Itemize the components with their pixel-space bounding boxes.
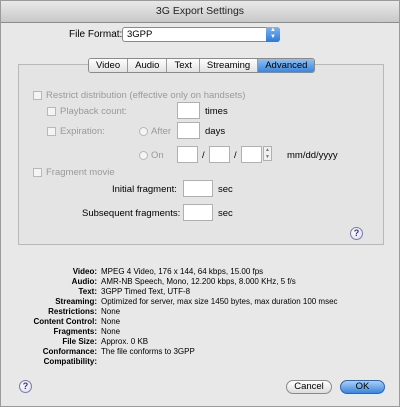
date-slash-1: /	[202, 150, 205, 161]
restrict-distribution-label: Restrict distribution (effective only on…	[46, 90, 246, 101]
summary-value: None	[101, 317, 121, 326]
year-input[interactable]	[241, 146, 262, 163]
file-format-label: File Format:	[69, 29, 123, 40]
summary-key: Video:	[72, 267, 97, 276]
summary-key: Conformance:	[42, 347, 97, 356]
expiration-days-input[interactable]	[177, 122, 200, 139]
ok-button[interactable]: OK	[340, 380, 385, 394]
initial-fragment-label: Initial fragment:	[112, 184, 177, 195]
tab-advanced[interactable]: Advanced	[258, 59, 315, 72]
on-radio[interactable]	[139, 151, 148, 160]
tab-text[interactable]: Text	[167, 59, 200, 72]
tab-video[interactable]: Video	[89, 59, 129, 72]
summary-key: Compatibility:	[43, 357, 97, 366]
window-title: 3G Export Settings	[1, 1, 399, 23]
date-stepper[interactable]: ▲ ▼	[263, 146, 272, 161]
panel-help-icon[interactable]: ?	[350, 227, 363, 240]
days-label: days	[205, 126, 226, 137]
after-radio[interactable]	[139, 127, 148, 136]
summary-value: MPEG 4 Video, 176 x 144, 64 kbps, 15.00 …	[101, 267, 264, 276]
times-label: times	[205, 106, 228, 117]
month-input[interactable]	[177, 146, 198, 163]
subsequent-fragments-label: Subsequent fragments:	[82, 208, 181, 219]
updown-arrows-icon: ▲ ▼	[266, 27, 280, 42]
after-label: After	[151, 126, 172, 137]
summary-key: File Size:	[62, 337, 97, 346]
expiration-label: Expiration:	[60, 126, 105, 137]
date-format-label: mm/dd/yyyy	[287, 150, 338, 161]
dialog-help-icon[interactable]: ?	[19, 380, 32, 393]
playback-count-label: Playback count:	[60, 106, 128, 117]
fragment-movie-checkbox[interactable]	[33, 168, 42, 177]
summary-key: Restrictions:	[48, 307, 97, 316]
summary-key: Content Control:	[33, 317, 97, 326]
advanced-panel: Restrict distribution (effective only on…	[18, 64, 384, 245]
playback-count-checkbox[interactable]	[47, 107, 56, 116]
summary-value: Optimized for server, max size 1450 byte…	[101, 297, 338, 306]
day-input[interactable]	[209, 146, 230, 163]
settings-tabs: Video Audio Text Streaming Advanced	[88, 58, 316, 73]
summary-value: None	[101, 327, 121, 336]
subsequent-fragments-sec: sec	[218, 208, 233, 219]
tab-audio[interactable]: Audio	[128, 59, 168, 72]
tab-streaming[interactable]: Streaming	[199, 59, 259, 72]
summary-key: Fragments:	[53, 327, 97, 336]
subsequent-fragments-input[interactable]	[183, 204, 213, 221]
summary-value: 3GPP Timed Text, UTF-8	[101, 287, 191, 296]
summary-value: None	[101, 307, 121, 316]
summary-key: Streaming:	[55, 297, 97, 306]
restrict-distribution-checkbox[interactable]	[33, 91, 42, 100]
fragment-movie-label: Fragment movie	[46, 167, 115, 178]
summary-value: Approx. 0 KB	[101, 337, 149, 346]
summary-value: The file conforms to 3GPP	[101, 347, 195, 356]
summary-key: Audio:	[71, 277, 97, 286]
summary-key: Text:	[78, 287, 97, 296]
cancel-button[interactable]: Cancel	[286, 380, 332, 394]
export-settings-window: 3G Export Settings File Format: 3GPP ▲ ▼ …	[0, 0, 400, 407]
date-slash-2: /	[234, 150, 237, 161]
file-format-value: 3GPP	[127, 29, 153, 40]
expiration-checkbox[interactable]	[47, 127, 56, 136]
file-format-select[interactable]: 3GPP ▲ ▼	[122, 27, 280, 42]
playback-count-input[interactable]	[177, 102, 200, 119]
initial-fragment-sec: sec	[218, 184, 233, 195]
initial-fragment-input[interactable]	[183, 180, 213, 197]
summary-value: AMR-NB Speech, Mono, 12.200 kbps, 8.000 …	[101, 277, 296, 286]
on-label: On	[151, 150, 164, 161]
